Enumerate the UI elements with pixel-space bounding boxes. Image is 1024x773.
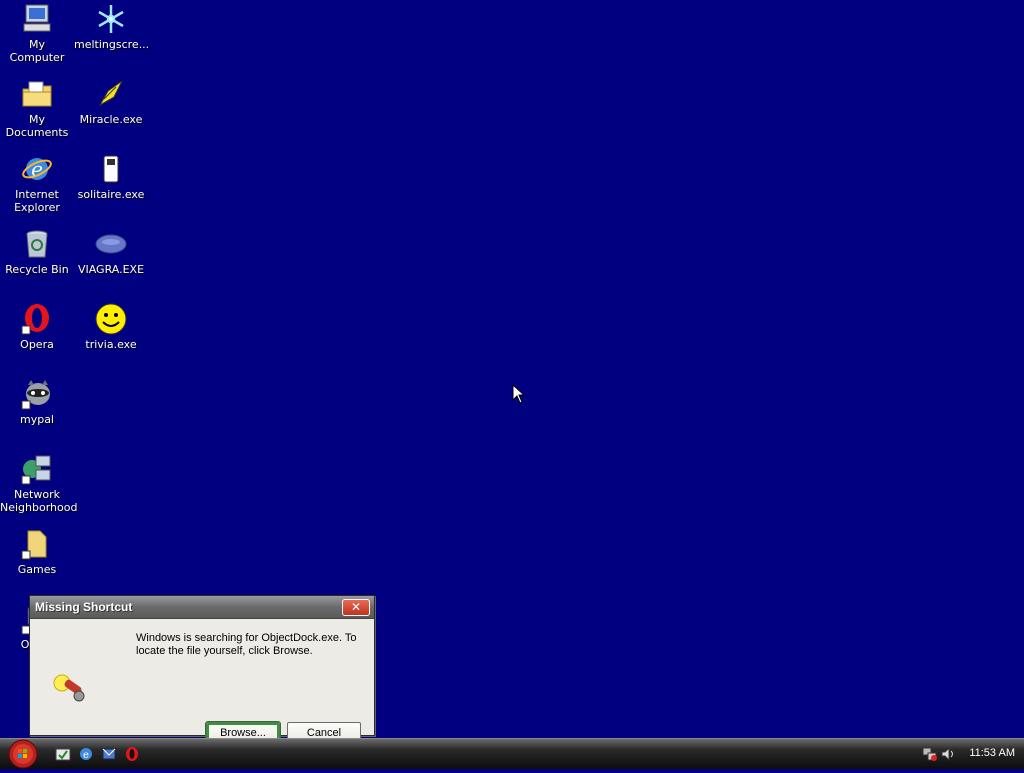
desktop-icon-label: Miracle.exe	[79, 113, 143, 126]
dialog-message: Windows is searching for ObjectDock.exe.…	[136, 632, 357, 657]
opera-icon	[20, 302, 54, 336]
close-button[interactable]: ✕	[342, 599, 370, 616]
desktop-icon-network-neighborhood[interactable]: Network Neighborhood	[0, 452, 78, 514]
documents-folder-icon	[20, 77, 54, 111]
desktop-icon-my-computer[interactable]: My Computer	[0, 2, 74, 64]
desktop-icon-internet-explorer[interactable]: e Internet Explorer	[0, 152, 74, 214]
pill-icon	[94, 227, 128, 261]
outlook-icon[interactable]	[101, 746, 117, 762]
desktop-icon-mypal[interactable]: mypal	[0, 377, 74, 426]
mouse-pointer-icon	[512, 383, 526, 404]
desktop-icon-label: My Documents	[5, 113, 69, 139]
desktop-icon-label: Internet Explorer	[14, 188, 60, 214]
desktop-icon-recycle-bin[interactable]: Recycle Bin	[0, 227, 74, 276]
internet-explorer-icon[interactable]: e	[78, 746, 94, 762]
search-flashlight-icon	[50, 671, 86, 707]
desktop-icon-viagra[interactable]: VIAGRA.EXE	[74, 227, 148, 276]
desktop-icon-label: trivia.exe	[85, 338, 137, 351]
desktop-icon-label: mypal	[19, 413, 54, 426]
desktop-icon-label: meltingscre...	[74, 38, 150, 51]
network-icon	[20, 452, 54, 486]
taskbar: e 11:53 AM	[0, 738, 1024, 769]
clock[interactable]: 11:53 AM	[969, 747, 1015, 759]
desktop-icon-label: Network Neighborhood	[0, 488, 78, 514]
svg-text:e: e	[83, 750, 89, 761]
raccoon-icon	[20, 377, 54, 411]
desktop-icon-meltingscreen[interactable]: meltingscre...	[74, 2, 150, 51]
snowflake-icon	[94, 2, 128, 36]
computer-icon	[20, 2, 54, 36]
smiley-icon	[94, 302, 128, 336]
solitaire-icon	[94, 152, 128, 186]
system-tray: 11:53 AM	[920, 739, 1024, 769]
folder-icon	[20, 527, 54, 561]
desktop-icon-games[interactable]: Games	[0, 527, 74, 576]
desktop-icon-label: VIAGRA.EXE	[77, 263, 145, 276]
desktop-icon-solitaire[interactable]: solitaire.exe	[74, 152, 148, 201]
dialog-body: Windows is searching for ObjectDock.exe.…	[30, 619, 374, 745]
dialog-title: Missing Shortcut	[35, 600, 133, 614]
start-button[interactable]	[4, 739, 42, 769]
internet-explorer-icon: e	[20, 152, 54, 186]
desktop-icon-label: Games	[17, 563, 57, 576]
desktop-icon-my-documents[interactable]: My Documents	[0, 77, 74, 139]
desktop-icon-label: solitaire.exe	[77, 188, 145, 201]
dialog-titlebar[interactable]: Missing Shortcut ✕	[30, 596, 374, 619]
desktop-icon-label: Recycle Bin	[5, 263, 69, 276]
start-orb-icon	[8, 739, 38, 769]
desktop-icon-miracle[interactable]: Miracle.exe	[74, 77, 148, 126]
desktop-icon-label: Opera	[20, 338, 54, 351]
missing-shortcut-dialog: Missing Shortcut ✕ Windows is searching …	[29, 595, 375, 745]
show-desktop-icon[interactable]	[55, 746, 71, 762]
volume-icon[interactable]	[940, 746, 956, 762]
opera-icon[interactable]	[124, 746, 140, 762]
desktop-icon-trivia[interactable]: trivia.exe	[74, 302, 148, 351]
recycle-bin-icon	[20, 227, 54, 261]
network-status-icon[interactable]	[922, 746, 938, 762]
wand-icon	[94, 77, 128, 111]
desktop-icon-label: My Computer	[9, 38, 65, 64]
desktop-icon-opera[interactable]: Opera	[0, 302, 74, 351]
